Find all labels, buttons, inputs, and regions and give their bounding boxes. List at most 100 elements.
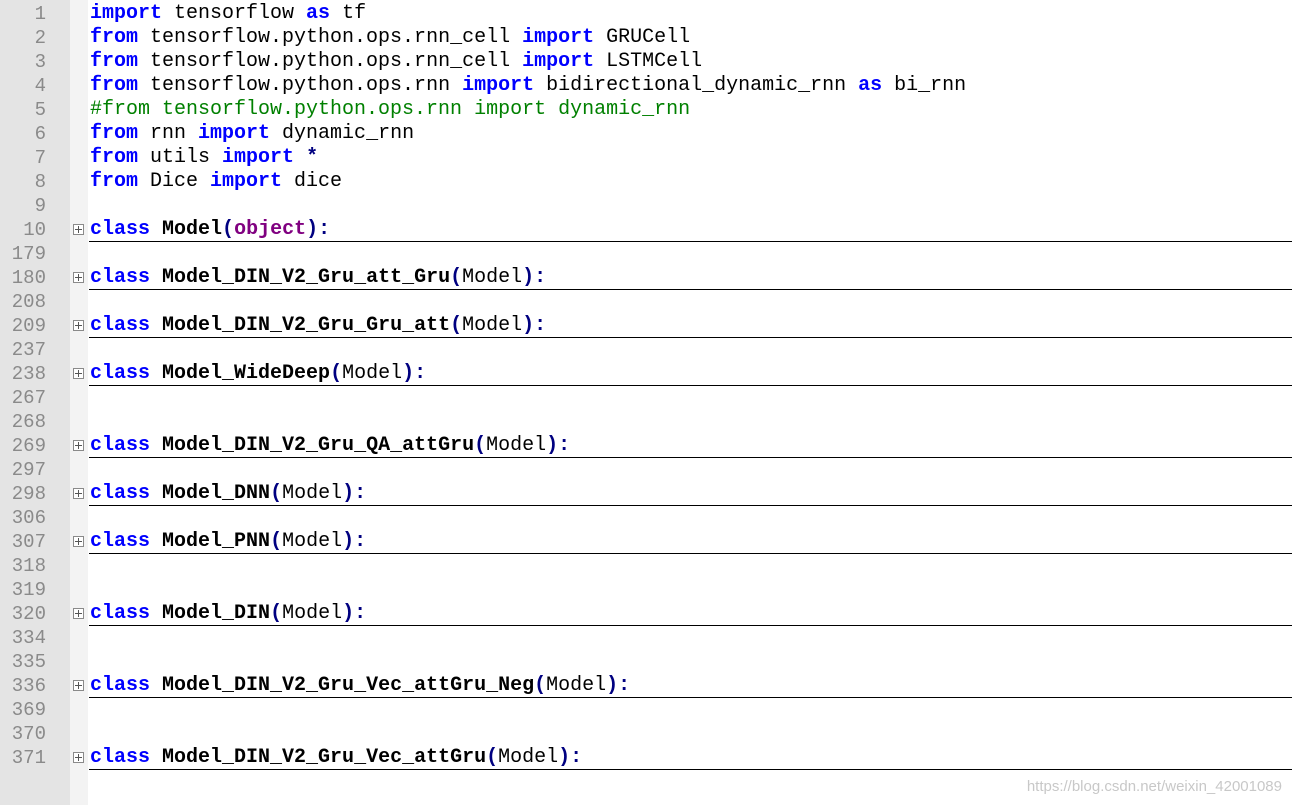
code-text: class Model_PNN(Model):	[90, 530, 366, 554]
expand-fold-icon[interactable]	[73, 320, 84, 331]
code-token: Model	[282, 482, 343, 505]
expand-fold-icon[interactable]	[73, 488, 84, 499]
line-number: 237	[11, 339, 46, 361]
code-line[interactable]: 334	[0, 626, 1292, 650]
code-token: Model_DIN_V2_Gru_QA_attGru	[162, 434, 475, 457]
code-line[interactable]: 335	[0, 650, 1292, 674]
folded-code-line[interactable]: 269 class Model_DIN_V2_Gru_QA_attGru(Mode…	[0, 434, 1292, 458]
folded-code-line[interactable]: 209 class Model_DIN_V2_Gru_Gru_att(Model)…	[0, 314, 1292, 338]
code-token: Model_PNN	[162, 530, 271, 553]
line-number: 371	[11, 747, 46, 769]
expand-fold-icon[interactable]	[73, 680, 84, 691]
code-line[interactable]: 318	[0, 554, 1292, 578]
expand-fold-icon[interactable]	[73, 440, 84, 451]
code-line[interactable]: 297	[0, 458, 1292, 482]
line-number: 10	[23, 219, 46, 241]
code-token: (	[534, 674, 547, 697]
code-token: ):	[342, 602, 367, 625]
code-token: tf	[330, 2, 367, 25]
folded-code-line[interactable]: 10 class Model(object):	[0, 218, 1292, 242]
line-number: 3	[34, 51, 46, 73]
code-line[interactable]: 2 from tensorflow.python.ops.rnn_cell imp…	[0, 26, 1292, 50]
code-line[interactable]: 9	[0, 194, 1292, 218]
code-line[interactable]: 5 #from tensorflow.python.ops.rnn import …	[0, 98, 1292, 122]
line-number: 179	[11, 243, 46, 265]
code-token: import	[222, 146, 295, 169]
code-token: import	[90, 2, 163, 25]
line-number: 306	[11, 507, 46, 529]
folded-code-line[interactable]: 180 class Model_DIN_V2_Gru_att_Gru(Model)…	[0, 266, 1292, 290]
code-token: ):	[306, 218, 331, 241]
line-number: 298	[11, 483, 46, 505]
expand-fold-icon[interactable]	[73, 752, 84, 763]
line-number: 208	[11, 291, 46, 313]
code-line[interactable]: 208	[0, 290, 1292, 314]
code-token: import	[522, 50, 595, 73]
code-token: (	[270, 530, 283, 553]
code-line[interactable]: 6 from rnn import dynamic_rnn	[0, 122, 1292, 146]
code-line[interactable]: 3 from tensorflow.python.ops.rnn_cell imp…	[0, 50, 1292, 74]
code-line[interactable]: 370	[0, 722, 1292, 746]
code-line[interactable]: 267	[0, 386, 1292, 410]
code-token: (	[450, 314, 463, 337]
code-token: Dice	[138, 170, 211, 193]
watermark: https://blog.csdn.net/weixin_42001089	[1026, 778, 1282, 795]
folded-code-line[interactable]: 238 class Model_WideDeep(Model):	[0, 362, 1292, 386]
code-line[interactable]: 8 from Dice import dice	[0, 170, 1292, 194]
code-text: class Model_DIN_V2_Gru_Vec_attGru(Model)…	[90, 746, 582, 770]
code-token: Model_DIN_V2_Gru_att_Gru	[162, 266, 451, 289]
code-token: from	[90, 74, 139, 97]
line-number: 5	[34, 99, 46, 121]
line-number: 269	[11, 435, 46, 457]
code-token: class	[90, 362, 151, 385]
code-line[interactable]: 369	[0, 698, 1292, 722]
expand-fold-icon[interactable]	[73, 536, 84, 547]
line-number: 180	[11, 267, 46, 289]
code-token: import	[522, 26, 595, 49]
code-text: class Model_DIN_V2_Gru_att_Gru(Model):	[90, 266, 546, 290]
code-text: from tensorflow.python.ops.rnn_cell impo…	[90, 26, 690, 50]
line-number: 320	[11, 603, 46, 625]
code-token: ):	[522, 266, 547, 289]
code-token: Model_DIN_V2_Gru_Gru_att	[162, 314, 451, 337]
folded-code-line[interactable]: 371 class Model_DIN_V2_Gru_Vec_attGru(Mod…	[0, 746, 1292, 770]
code-line[interactable]: 268	[0, 410, 1292, 434]
folded-code-line[interactable]: 307 class Model_PNN(Model):	[0, 530, 1292, 554]
folded-code-line[interactable]: 336 class Model_DIN_V2_Gru_Vec_attGru_Neg…	[0, 674, 1292, 698]
code-token: bi_rnn	[882, 74, 967, 97]
line-number: 336	[11, 675, 46, 697]
code-text: from utils import *	[90, 146, 318, 170]
line-number: 6	[34, 123, 46, 145]
code-token: Model	[546, 674, 607, 697]
code-line[interactable]: 306	[0, 506, 1292, 530]
expand-fold-icon[interactable]	[73, 368, 84, 379]
folded-code-line[interactable]: 320 class Model_DIN(Model):	[0, 602, 1292, 626]
expand-fold-icon[interactable]	[73, 608, 84, 619]
code-line[interactable]: 319	[0, 578, 1292, 602]
expand-fold-icon[interactable]	[73, 272, 84, 283]
code-token: object	[234, 218, 307, 241]
folded-code-line[interactable]: 298 class Model_DNN(Model):	[0, 482, 1292, 506]
code-token: utils	[138, 146, 223, 169]
code-token: ):	[402, 362, 427, 385]
code-token: ):	[522, 314, 547, 337]
code-line[interactable]: 237	[0, 338, 1292, 362]
code-editor[interactable]: 1 import tensorflow as tf 2 from tensorflow…	[0, 0, 1292, 805]
line-number: 369	[11, 699, 46, 721]
code-line[interactable]: 7 from utils import *	[0, 146, 1292, 170]
line-number: 7	[34, 147, 46, 169]
code-text: class Model_DIN(Model):	[90, 602, 366, 626]
code-token: rnn	[138, 122, 199, 145]
expand-fold-icon[interactable]	[73, 224, 84, 235]
code-line[interactable]: 1 import tensorflow as tf	[0, 2, 1292, 26]
code-token: from	[90, 50, 139, 73]
code-text: class Model(object):	[90, 218, 330, 242]
code-line[interactable]: 179	[0, 242, 1292, 266]
code-line[interactable]: 4 from tensorflow.python.ops.rnn import b…	[0, 74, 1292, 98]
